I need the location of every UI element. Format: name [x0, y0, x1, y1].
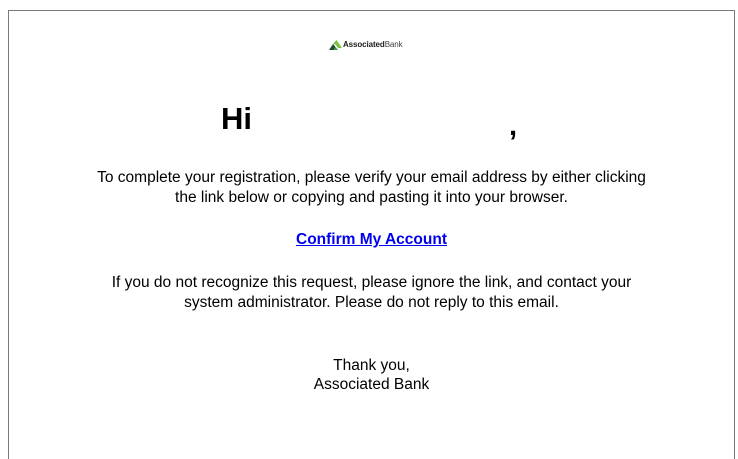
signoff-line-1: Thank you, [333, 357, 410, 374]
brand-logo-wordmark: AssociatedBank [343, 38, 403, 52]
greeting: Hi [221, 101, 252, 136]
signoff: Thank you, Associated Bank [8, 356, 735, 394]
greeting-comma: , [509, 110, 518, 142]
instructions-line-2: the link below or copying and pasting it… [175, 189, 568, 206]
warning-paragraph: If you do not recognize this request, pl… [8, 273, 735, 313]
confirm-link-row: Confirm My Account [8, 230, 735, 250]
warning-line-1: If you do not recognize this request, pl… [111, 274, 632, 291]
warning-line-2: system administrator. Please do not repl… [184, 294, 559, 311]
signoff-line-2: Associated Bank [313, 376, 430, 393]
instructions-paragraph: To complete your registration, please ve… [8, 168, 735, 208]
brand-logo: AssociatedBank [329, 38, 403, 52]
confirm-account-link[interactable]: Confirm My Account [296, 231, 447, 248]
associated-bank-logo-icon [329, 39, 342, 51]
brand-logo-bold: Associated [343, 40, 385, 49]
instructions-line-1: To complete your registration, please ve… [97, 169, 646, 186]
brand-logo-light: Bank [384, 40, 403, 49]
